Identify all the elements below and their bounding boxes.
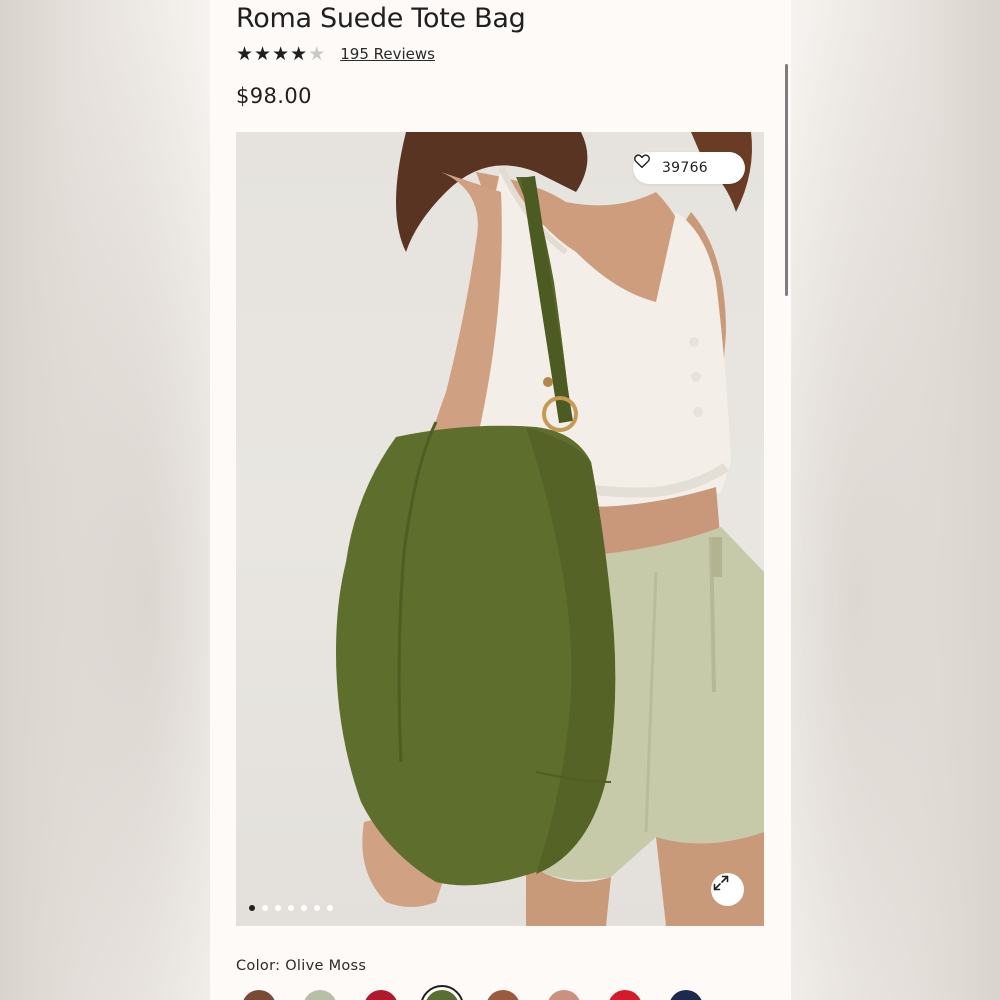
carousel-dot[interactable] xyxy=(262,905,268,911)
carousel-dot[interactable] xyxy=(301,905,307,911)
color-swatches xyxy=(242,985,730,1000)
color-label: Color: Olive Moss xyxy=(236,958,367,974)
scrollbar[interactable] xyxy=(785,64,788,296)
swatch-red[interactable] xyxy=(364,990,398,1000)
background-right xyxy=(790,0,1000,1000)
product-image[interactable]: 39766 xyxy=(236,132,764,926)
carousel-dot[interactable] xyxy=(288,905,294,911)
star-icon: ★ xyxy=(254,43,272,65)
swatch-navy[interactable] xyxy=(669,990,703,1000)
carousel-dot[interactable] xyxy=(275,905,281,911)
swatch-brown[interactable] xyxy=(242,990,276,1000)
carousel-dot[interactable] xyxy=(327,905,333,911)
background-left xyxy=(0,0,210,1000)
wishlist-button[interactable]: 39766 xyxy=(633,152,745,184)
carousel-dot[interactable] xyxy=(249,905,255,911)
product-price: $98.00 xyxy=(236,84,312,108)
star-rating: ★ ★ ★ ★ ★ xyxy=(236,44,326,64)
heart-icon xyxy=(634,154,650,169)
swatch-olive-moss[interactable] xyxy=(420,985,464,1000)
product-title: Roma Suede Tote Bag xyxy=(236,3,526,34)
star-icon: ★ xyxy=(290,43,308,65)
expand-icon xyxy=(713,875,729,891)
reviews-link[interactable]: 195 Reviews xyxy=(340,45,435,63)
carousel-dots xyxy=(249,905,340,911)
expand-image-button[interactable] xyxy=(711,873,744,906)
swatch-blush[interactable] xyxy=(547,990,581,1000)
star-icon: ★ xyxy=(236,43,254,65)
swatch-bright-red[interactable] xyxy=(608,990,642,1000)
swatch-rust[interactable] xyxy=(486,990,520,1000)
rating-row: ★ ★ ★ ★ ★ 195 Reviews xyxy=(236,44,435,64)
like-count: 39766 xyxy=(661,160,709,176)
star-icon: ★ xyxy=(272,43,290,65)
product-page: Roma Suede Tote Bag ★ ★ ★ ★ ★ 195 Reviews $9… xyxy=(210,0,791,1000)
star-icon: ★ xyxy=(308,43,326,65)
carousel-dot[interactable] xyxy=(314,905,320,911)
swatch-sage[interactable] xyxy=(303,990,337,1000)
product-photo xyxy=(336,132,764,926)
